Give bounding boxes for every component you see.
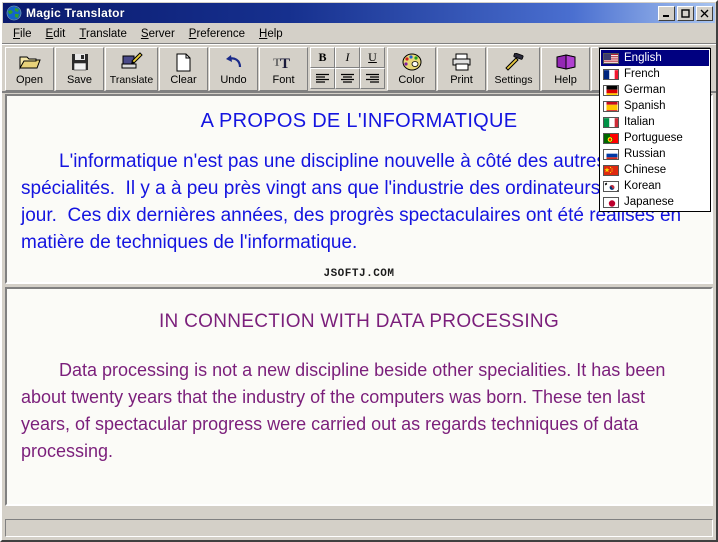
dropdown-label-japanese: Japanese [624, 196, 674, 208]
flag-kr [603, 180, 619, 192]
menu-item-preference[interactable]: Preference [182, 26, 252, 42]
dropdown-label-french: French [624, 68, 660, 80]
dropdown-item-german[interactable]: German [601, 82, 709, 98]
menu-label-server: erver [148, 27, 175, 40]
color-label: Color [398, 74, 425, 86]
printer-icon [451, 51, 473, 73]
settings-label: Settings [494, 74, 533, 86]
align-right-icon[interactable] [360, 68, 385, 89]
menu-label-edit: dit [53, 27, 66, 40]
dropdown-item-italian[interactable]: Italian [601, 114, 709, 130]
minimize-button[interactable] [658, 5, 675, 21]
undo-button[interactable]: Undo [209, 47, 258, 91]
flag-fr [603, 68, 619, 80]
format-group: B I U [310, 47, 385, 89]
undo-arrow-icon [224, 51, 244, 73]
help-button[interactable]: Help [541, 47, 590, 91]
target-text-panel[interactable]: IN CONNECTION WITH DATA PROCESSING Data … [5, 287, 713, 506]
language-dropdown-list[interactable]: English French German Spanish Italian Po… [599, 48, 711, 212]
save-button[interactable]: Save [55, 47, 104, 91]
dropdown-item-english[interactable]: English [601, 50, 709, 66]
save-label: Save [66, 74, 93, 86]
font-tt-icon: T T [273, 51, 295, 73]
dropdown-label-italian: Italian [624, 116, 655, 128]
font-button[interactable]: T T Font [259, 47, 308, 91]
dropdown-label-portuguese: Portuguese [624, 132, 683, 144]
menu-label-preference: reference [196, 27, 246, 40]
window-controls [658, 5, 713, 21]
title-bar: Magic Translator [3, 3, 715, 23]
menu-bar: File Edit Translate Server Preference He… [2, 24, 716, 44]
dropdown-label-english: English [624, 52, 662, 64]
flag-de [603, 84, 619, 96]
watermark: JSOFTJ.COM [323, 268, 395, 280]
status-bar [5, 519, 713, 537]
book-icon [555, 51, 577, 73]
format-style-row: B I U [310, 47, 385, 68]
color-button[interactable]: Color [387, 47, 436, 91]
flag-es [603, 100, 619, 112]
application-window: Magic Translator File Edit Translate Ser… [0, 0, 718, 542]
dropdown-label-korean: Korean [624, 180, 662, 192]
globe-icon [6, 5, 22, 21]
translate-button[interactable]: Translate [105, 47, 158, 91]
open-button[interactable]: Open [5, 47, 54, 91]
flag-it [603, 116, 619, 128]
dropdown-label-russian: Russian [624, 148, 666, 160]
menu-item-edit[interactable]: Edit [39, 26, 73, 42]
undo-label: Undo [220, 74, 247, 86]
format-align-row [310, 68, 385, 89]
menu-item-server[interactable]: Server [134, 26, 182, 42]
target-document-body: Data processing is not a new discipline … [21, 360, 666, 461]
dropdown-item-spanish[interactable]: Spanish [601, 98, 709, 114]
bold-button[interactable]: B [310, 47, 335, 68]
svg-text:T: T [280, 56, 290, 71]
align-left-icon[interactable] [310, 68, 335, 89]
help-label: Help [554, 74, 577, 86]
menu-label-translate: ranslate [85, 27, 127, 40]
window-title: Magic Translator [26, 6, 125, 20]
dropdown-item-korean[interactable]: Korean [601, 178, 709, 194]
floppy-disk-icon [71, 51, 89, 73]
flag-ru [603, 148, 619, 160]
dropdown-label-german: German [624, 84, 666, 96]
flag-pt [603, 132, 619, 144]
flag-cn [603, 164, 619, 176]
clear-label: Clear [170, 74, 197, 86]
blank-page-icon [176, 51, 192, 73]
translate-pen-icon [121, 51, 143, 73]
translate-label: Translate [109, 74, 154, 86]
source-document-title: A PROPOS DE L'INFORMATIQUE [200, 110, 518, 132]
close-button[interactable] [696, 5, 713, 21]
print-label: Print [450, 74, 473, 86]
flag-us [603, 52, 619, 64]
dropdown-item-russian[interactable]: Russian [601, 146, 709, 162]
maximize-button[interactable] [677, 5, 694, 21]
dropdown-item-french[interactable]: French [601, 66, 709, 82]
print-button[interactable]: Print [437, 47, 486, 91]
open-folder-icon [19, 51, 41, 73]
dropdown-item-chinese[interactable]: Chinese [601, 162, 709, 178]
menu-item-translate[interactable]: Translate [72, 26, 134, 42]
settings-button[interactable]: Settings [487, 47, 540, 91]
hammer-icon [503, 51, 525, 73]
underline-button[interactable]: U [360, 47, 385, 68]
target-document-title: IN CONNECTION WITH DATA PROCESSING [158, 311, 560, 332]
menu-label-file: ile [20, 27, 32, 40]
dropdown-item-portuguese[interactable]: Portuguese [601, 130, 709, 146]
menu-label-help: elp [267, 27, 283, 40]
dropdown-item-japanese[interactable]: Japanese [601, 194, 709, 210]
dropdown-label-chinese: Chinese [624, 164, 667, 176]
font-label: Font [272, 74, 295, 86]
dropdown-label-spanish: Spanish [624, 100, 666, 112]
menu-item-file[interactable]: File [6, 26, 39, 42]
color-palette-icon [402, 51, 422, 73]
flag-jp [603, 196, 619, 208]
source-document-body: L'informatique n'est pas une discipline … [21, 151, 682, 253]
clear-button[interactable]: Clear [159, 47, 208, 91]
menu-item-help[interactable]: Help [252, 26, 290, 42]
align-center-icon[interactable] [335, 68, 360, 89]
open-label: Open [16, 74, 43, 86]
italic-button[interactable]: I [335, 47, 360, 68]
